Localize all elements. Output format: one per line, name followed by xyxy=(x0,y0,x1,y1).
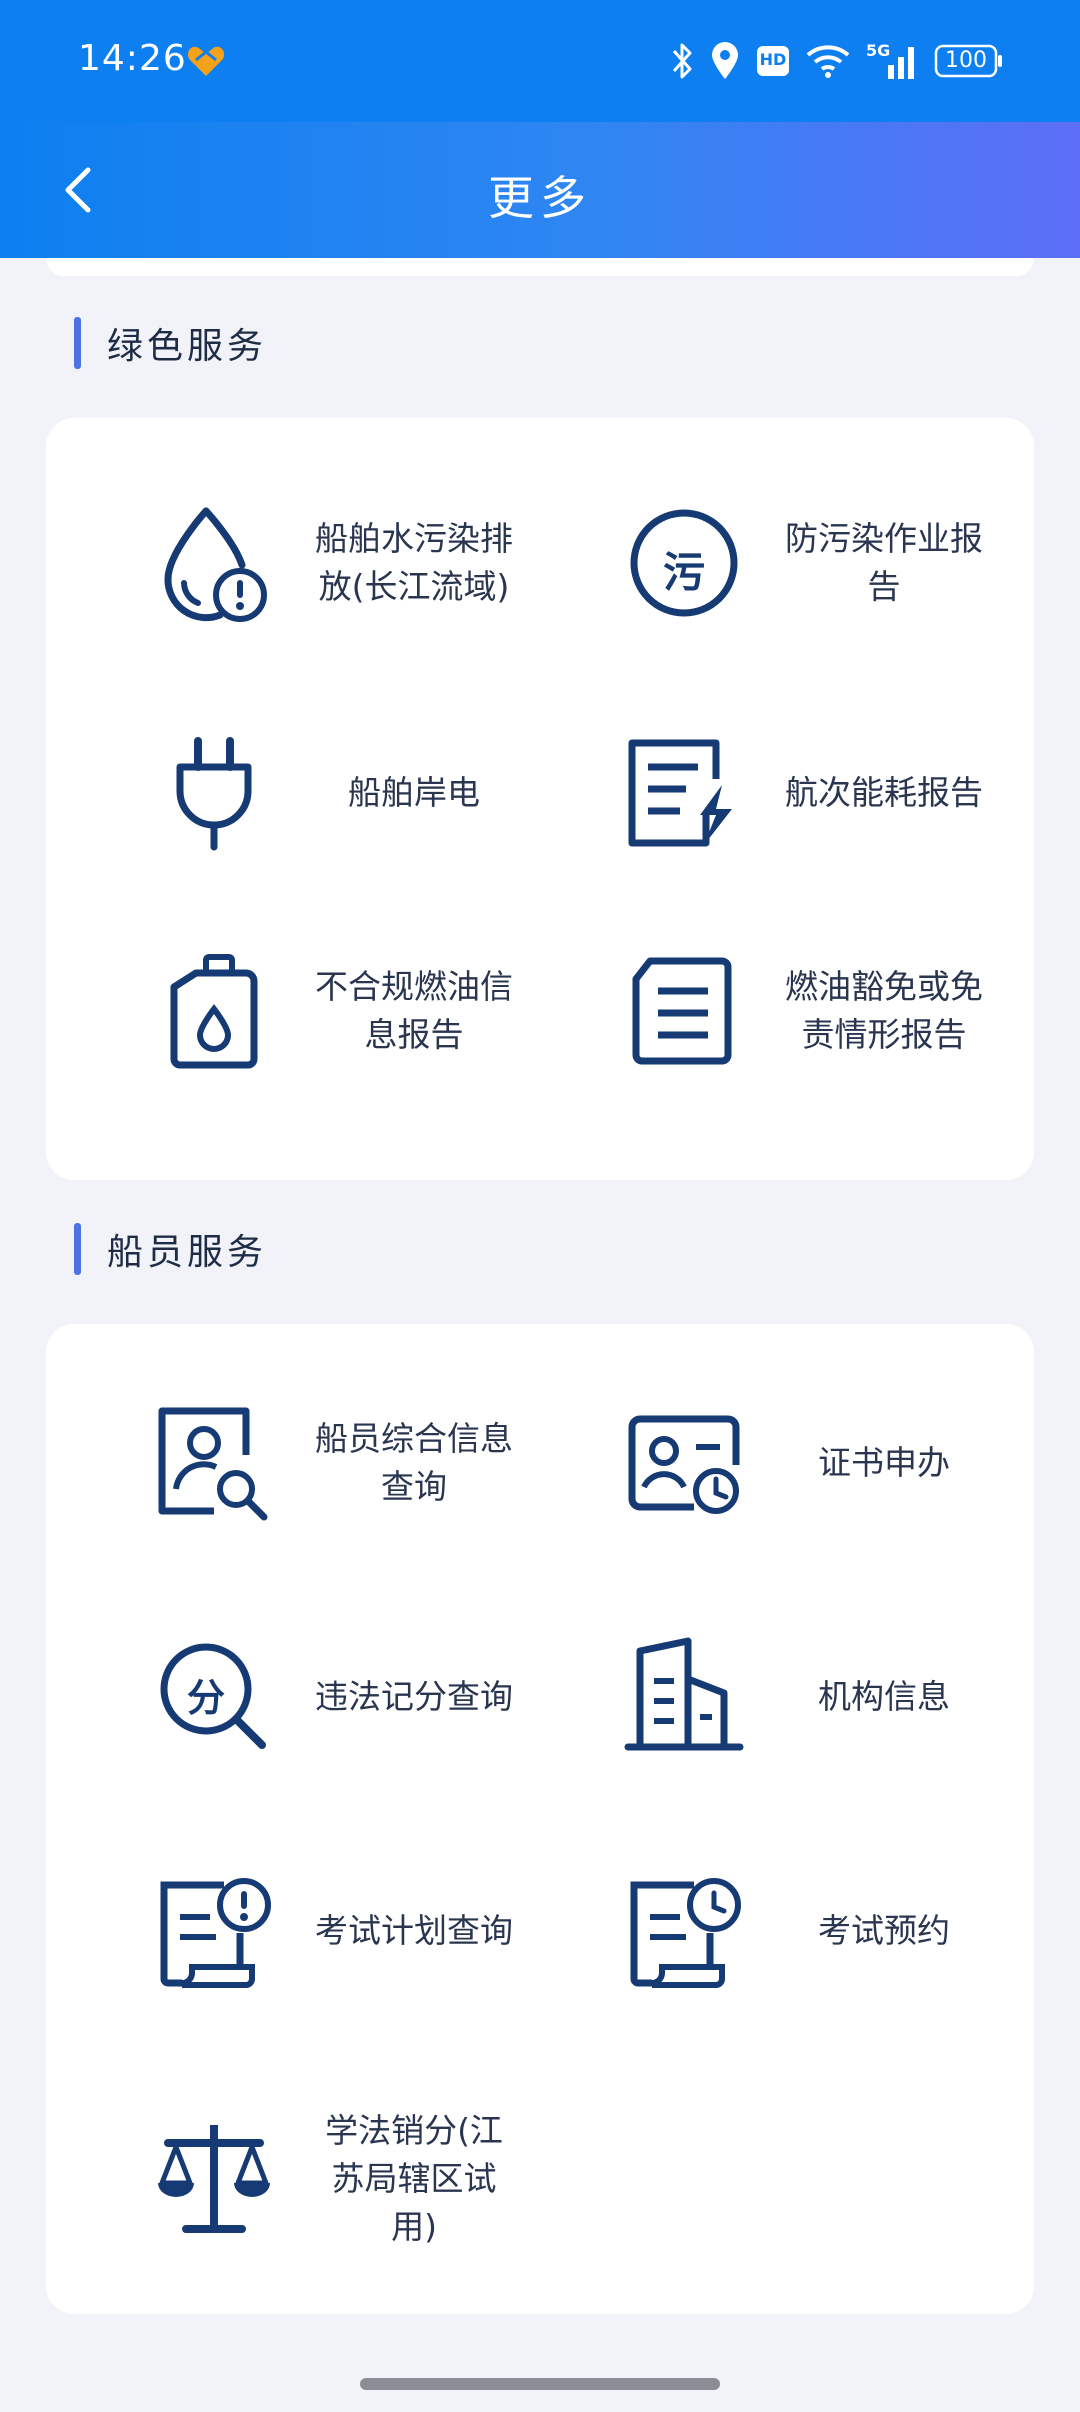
certificate-clock-icon xyxy=(624,1403,744,1523)
status-time: 14:26 xyxy=(78,38,187,79)
service-item-label: 船舶水污染排放(长江流域) xyxy=(315,519,513,606)
service-item-noncompliant-fuel-report[interactable]: 不合规燃油信息报告 xyxy=(154,916,594,1106)
battery-level: 100 xyxy=(945,48,987,73)
previous-card-edge xyxy=(46,258,1034,276)
pollution-circle-icon: 污 xyxy=(624,503,744,623)
service-item-label: 船舶岸电 xyxy=(348,773,480,812)
service-item-label: 考试预约 xyxy=(818,1911,950,1950)
service-item-label: 机构信息 xyxy=(818,1677,950,1716)
service-item-anti-pollution-report[interactable]: 污 防污染作业报告 xyxy=(624,468,1064,658)
status-bar: 14:26 HD 5G 100 xyxy=(0,0,1080,122)
service-item-exam-booking[interactable]: 考试预约 xyxy=(624,1836,1064,2026)
building-icon xyxy=(624,1637,744,1757)
pollution-glyph: 污 xyxy=(662,548,705,597)
service-item-fuel-exemption-report[interactable]: 燃油豁免或免责情形报告 xyxy=(624,916,1064,1106)
home-indicator[interactable] xyxy=(360,2378,720,2390)
section-accent-bar xyxy=(74,317,81,369)
heart-badge-icon xyxy=(186,44,226,78)
wifi-icon xyxy=(806,43,850,79)
power-plug-icon xyxy=(154,733,274,853)
service-item-label: 考试计划查询 xyxy=(315,1911,513,1950)
service-item-certificate-application[interactable]: 证书申办 xyxy=(624,1368,1064,1558)
section-title-crew-services: 船员服务 xyxy=(74,1222,267,1276)
section-title-green-services: 绿色服务 xyxy=(74,316,267,370)
service-item-label: 证书申办 xyxy=(818,1443,950,1482)
score-glyph: 分 xyxy=(186,1675,225,1720)
exam-alert-icon xyxy=(154,1871,274,1991)
page-title: 更多 xyxy=(488,171,592,225)
crew-services-card: 船员综合信息查询 证书申办 分 违法记分查询 机构信息 考试计划查询 考试预约 xyxy=(46,1324,1034,2314)
scales-icon xyxy=(154,2119,274,2239)
service-item-label: 航次能耗报告 xyxy=(785,773,983,812)
section-accent-bar xyxy=(74,1223,81,1275)
header-bar: 更多 xyxy=(0,122,1080,258)
bluetooth-icon xyxy=(670,41,694,81)
service-item-institution-info[interactable]: 机构信息 xyxy=(624,1602,1064,1792)
signal-5g-icon: 5G xyxy=(866,41,918,81)
service-item-label: 防污染作业报告 xyxy=(785,519,983,606)
service-item-shore-power[interactable]: 船舶岸电 xyxy=(154,698,594,888)
battery-icon: 100 xyxy=(934,43,1004,79)
status-icons: HD 5G 100 xyxy=(670,36,1004,86)
service-item-violation-score-query[interactable]: 分 违法记分查询 xyxy=(154,1602,594,1792)
location-icon xyxy=(710,41,740,81)
report-lightning-icon xyxy=(624,733,744,853)
section-title-text: 绿色服务 xyxy=(107,326,268,367)
service-item-label: 船员综合信息查询 xyxy=(315,1419,513,1506)
section-title-text: 船员服务 xyxy=(107,1232,268,1273)
service-item-label: 违法记分查询 xyxy=(315,1677,513,1716)
green-services-card: 船舶水污染排放(长江流域) 污 防污染作业报告 船舶岸电 航次能耗报告 不合规燃… xyxy=(46,418,1034,1180)
hd-icon: HD xyxy=(756,45,790,77)
service-item-crew-info-query[interactable]: 船员综合信息查询 xyxy=(154,1368,594,1558)
document-lines-icon xyxy=(624,951,744,1071)
exam-clock-icon xyxy=(624,1871,744,1991)
service-item-law-study-score[interactable]: 学法销分(江苏局辖区试用) xyxy=(154,2084,594,2274)
service-item-exam-plan-query[interactable]: 考试计划查询 xyxy=(154,1836,594,2026)
score-search-icon: 分 xyxy=(154,1637,274,1757)
water-drop-alert-icon xyxy=(154,503,274,623)
service-item-voyage-energy-report[interactable]: 航次能耗报告 xyxy=(624,698,1064,888)
service-item-label: 不合规燃油信息报告 xyxy=(315,967,513,1054)
service-item-water-pollution[interactable]: 船舶水污染排放(长江流域) xyxy=(154,468,594,658)
hd-label: HD xyxy=(759,50,787,69)
service-item-label: 燃油豁免或免责情形报告 xyxy=(785,967,983,1054)
service-item-label: 学法销分(江苏局辖区试用) xyxy=(325,2111,503,2246)
fuel-can-icon xyxy=(154,951,274,1071)
person-search-icon xyxy=(154,1403,274,1523)
